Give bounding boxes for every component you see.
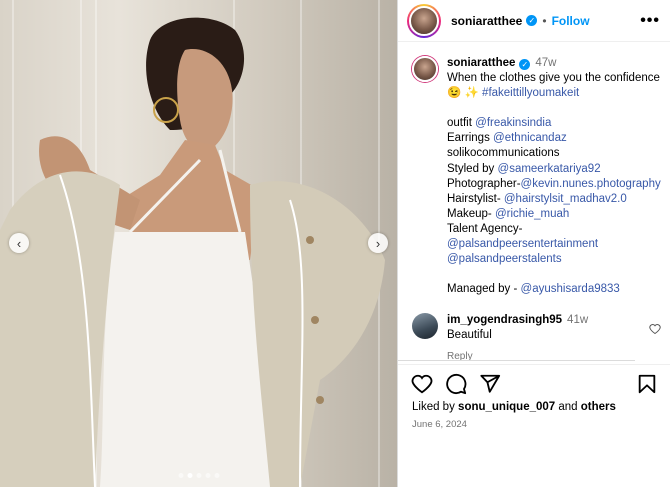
agency-link-2[interactable]: @palsandpeerstalents — [447, 253, 562, 265]
verified-icon: ✓ — [526, 15, 538, 26]
likes-user[interactable]: sonu_unique_007 — [458, 401, 555, 413]
agency-link-1[interactable]: @palsandpeersentertainment — [447, 238, 598, 250]
earrings-label: Earrings — [447, 132, 490, 145]
hashtag-link[interactable]: #fakeittillyoumakeit — [482, 87, 579, 99]
makeup-link[interactable]: @richie_muah — [495, 208, 569, 220]
comment-text: Beautiful — [447, 329, 492, 342]
carousel-dot — [187, 473, 192, 478]
carousel-indicator — [178, 473, 219, 478]
earrings-link[interactable]: @ethnicandaz — [493, 132, 567, 144]
outfit-link[interactable]: @freakinsindia — [475, 117, 551, 129]
separator-dot: • — [542, 13, 547, 28]
styled-link[interactable]: @sameerkatariya92 — [498, 163, 601, 175]
likes-others[interactable]: others — [581, 401, 616, 413]
hair-link[interactable]: @hairstylsit_madhav2.0 — [504, 193, 627, 205]
next-button[interactable]: › — [368, 233, 388, 253]
likes-prefix: Liked by — [412, 401, 455, 413]
photographer-label: Photographer- — [447, 177, 521, 190]
photo-subject — [0, 17, 385, 487]
solik-text: solikocommunications — [447, 147, 560, 160]
caption-text: soniaratthee ✓ 47w When the clothes give y… — [447, 56, 661, 297]
commenter-avatar[interactable] — [412, 313, 438, 340]
carousel-dot — [205, 473, 210, 478]
photographer-link[interactable]: @kevin.nunes.photography — [521, 178, 661, 190]
styled-label: Styled by — [447, 162, 495, 175]
comments-section[interactable]: soniaratthee ✓ 47w When the clothes give y… — [398, 43, 670, 363]
share-icon[interactable] — [479, 373, 501, 395]
hair-label: Hairstylist- — [447, 192, 501, 205]
post-sidebar: soniaratthee ✓ • Follow ••• soniaratthee… — [397, 0, 670, 487]
verified-icon: ✓ — [519, 59, 531, 70]
outfit-label: outfit — [447, 117, 472, 130]
comment-body: im_yogendrasingh95 41w Beautiful Reply — [447, 313, 588, 363]
more-icon[interactable]: ••• — [640, 12, 660, 30]
caption-emoji: 😉 ✨ — [447, 87, 479, 100]
chevron-left-icon: ‹ — [16, 235, 22, 251]
likes-summary: Liked by sonu_unique_007 and others — [412, 401, 616, 413]
action-bar — [398, 364, 670, 402]
caption: soniaratthee ✓ 47w When the clothes give y… — [412, 56, 661, 297]
likes-and: and — [558, 401, 578, 413]
carousel-dot — [214, 473, 219, 478]
bookmark-icon[interactable] — [636, 373, 658, 395]
author-username[interactable]: soniaratthee — [451, 14, 522, 28]
carousel-dot — [178, 473, 183, 478]
post-date[interactable]: June 6, 2024 — [412, 419, 467, 430]
comment-item: im_yogendrasingh95 41w Beautiful Reply — [412, 313, 661, 363]
commenter-username[interactable]: im_yogendrasingh95 — [447, 314, 562, 326]
post-header: soniaratthee ✓ • Follow ••• — [398, 0, 670, 42]
post-image[interactable]: ‹ › — [0, 0, 397, 487]
carousel-dot — [196, 473, 201, 478]
comment-time[interactable]: 41w — [567, 314, 588, 326]
caption-time[interactable]: 47w — [535, 57, 556, 69]
caption-line: When the clothes give you the confidence — [447, 72, 660, 85]
follow-button[interactable]: Follow — [552, 14, 590, 28]
previous-button[interactable]: ‹ — [9, 233, 29, 253]
heart-icon[interactable] — [649, 323, 661, 338]
caption-avatar[interactable] — [412, 56, 438, 82]
heart-icon[interactable] — [411, 373, 433, 395]
makeup-label: Makeup- — [447, 207, 492, 220]
managed-label: Managed by - — [447, 283, 518, 296]
caption-username[interactable]: soniaratthee — [447, 57, 515, 69]
managed-link[interactable]: @ayushisarda9833 — [521, 283, 620, 295]
scroll-divider — [398, 360, 635, 361]
author-avatar[interactable] — [407, 3, 441, 38]
chevron-right-icon: › — [375, 235, 381, 251]
agency-label: Talent Agency- — [447, 222, 523, 235]
comment-icon[interactable] — [445, 373, 467, 395]
